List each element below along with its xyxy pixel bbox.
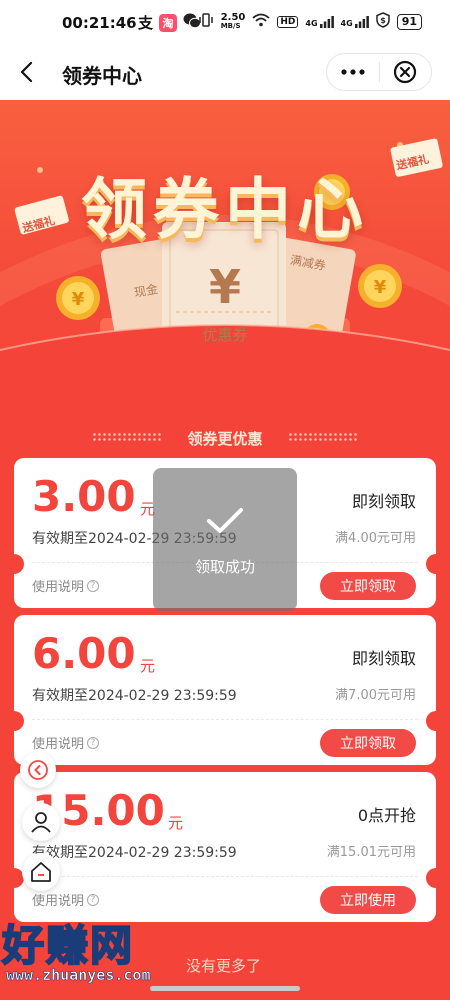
section-dots-right [288, 432, 358, 442]
claim-button[interactable]: 立即领取 [320, 572, 416, 600]
card-notch-left [4, 711, 24, 731]
coupon-card-3: 15.00 元 有效期至2024-02-29 23:59:59 0点开抢 满15… [4, 772, 446, 922]
wifi-icon [252, 13, 270, 30]
status-bar: 00:21:46 支 淘 2.50 MB/S HD 4G 4G $ 91 [0, 0, 450, 46]
home-indicator[interactable] [150, 986, 300, 991]
net-speed: 2.50 MB/S [220, 11, 246, 31]
home-icon [31, 862, 51, 882]
card-separator [32, 876, 418, 877]
profile-float-button[interactable] [22, 803, 60, 841]
usage-instructions-link[interactable]: 使用说明 ? [32, 890, 100, 909]
back-button[interactable] [14, 58, 42, 86]
net-speed-value: 2.50 [220, 11, 246, 23]
signal-icon-2: 4G [340, 15, 369, 28]
status-time: 00:21:46 [62, 14, 137, 32]
signal-label-2: 4G [340, 18, 353, 28]
hd-icon: HD [277, 15, 299, 28]
net-speed-unit: MB/S [220, 21, 241, 30]
checkmark-icon [207, 508, 243, 533]
close-button[interactable] [379, 54, 431, 90]
usage-label: 使用说明 [32, 737, 85, 752]
svg-text:$: $ [380, 16, 386, 25]
watermark-logo: 好赚网 [1, 920, 135, 971]
usage-instructions-link[interactable]: 使用说明 ? [32, 733, 100, 752]
toast-message: 领取成功 [194, 558, 255, 576]
coupon-condition: 满4.00元可用 [335, 531, 416, 546]
alipay-icon: 支 [138, 14, 154, 32]
vibrate-icon [198, 12, 214, 31]
chevron-left-circle-icon [28, 760, 48, 780]
coupon-card-2: 6.00 元 有效期至2024-02-29 23:59:59 即刻领取 满7.0… [4, 615, 446, 765]
close-circle-icon [394, 60, 417, 84]
coupon-condition: 满7.00元可用 [335, 688, 416, 703]
coupon-unit: 元 [140, 657, 156, 675]
watermark-url: www.zhuanyes.com [6, 966, 151, 985]
coupon-state: 即刻领取 [351, 492, 416, 511]
status-right-icons: 2.50 MB/S HD 4G 4G $ 91 [198, 12, 422, 31]
mini-program-capsule [326, 53, 432, 91]
use-button[interactable]: 立即使用 [320, 886, 416, 914]
shield-icon: $ [375, 12, 390, 31]
question-icon: ? [87, 736, 100, 749]
battery-indicator: 91 [396, 13, 422, 30]
taobao-app-icon: 淘 [159, 13, 178, 32]
usage-label: 使用说明 [32, 894, 85, 909]
coupon-state: 即刻领取 [351, 649, 416, 668]
coupon-amount: 3.00 [32, 472, 136, 521]
collapse-float-button[interactable] [20, 752, 56, 788]
coupon-unit: 元 [168, 814, 184, 832]
card-notch-right [426, 868, 446, 888]
coupon-state: 0点开抢 [357, 806, 416, 825]
signal-label-1: 4G [305, 18, 318, 28]
question-icon: ? [87, 579, 100, 592]
claim-button[interactable]: 立即领取 [320, 729, 416, 757]
question-icon: ? [87, 893, 100, 906]
more-dots-icon [341, 69, 365, 75]
usage-instructions-link[interactable]: 使用说明 ? [32, 576, 100, 595]
card-notch-left [4, 554, 24, 574]
signal-icon-1: 4G [305, 15, 334, 28]
site-watermark: 好赚网 www.zhuanyes.com [0, 908, 200, 988]
coupon-condition: 满15.01元可用 [326, 845, 416, 860]
chevron-left-icon [20, 61, 33, 83]
usage-label: 使用说明 [32, 580, 85, 595]
nav-bar: 领券中心 [0, 46, 450, 100]
home-float-button[interactable] [22, 853, 60, 891]
card-notch-left [4, 868, 24, 888]
coupon-amount: 6.00 [32, 629, 136, 678]
hero-banner: ¥ ¥ ¥ 送福礼 送福礼 现金 满减券 ¥ 优惠券 领券中心 [0, 100, 450, 420]
card-notch-right [426, 554, 446, 574]
status-app-icons: 支 淘 [138, 12, 202, 33]
section-title: 领券更优惠 [187, 430, 263, 448]
success-toast: 领取成功 [153, 468, 297, 611]
coupon-expire: 有效期至2024-02-29 23:59:59 [32, 688, 237, 704]
coupon-expire: 有效期至2024-02-29 23:59:59 [32, 845, 237, 861]
banner-title: 领券中心 [81, 171, 369, 248]
more-button[interactable] [327, 54, 379, 90]
ticket-yen-symbol: ¥ [208, 260, 241, 314]
user-icon [31, 812, 51, 833]
ticket-center-label: 优惠券 [202, 326, 248, 344]
card-separator [32, 719, 418, 720]
page-title: 领券中心 [62, 64, 142, 88]
card-notch-right [426, 711, 446, 731]
